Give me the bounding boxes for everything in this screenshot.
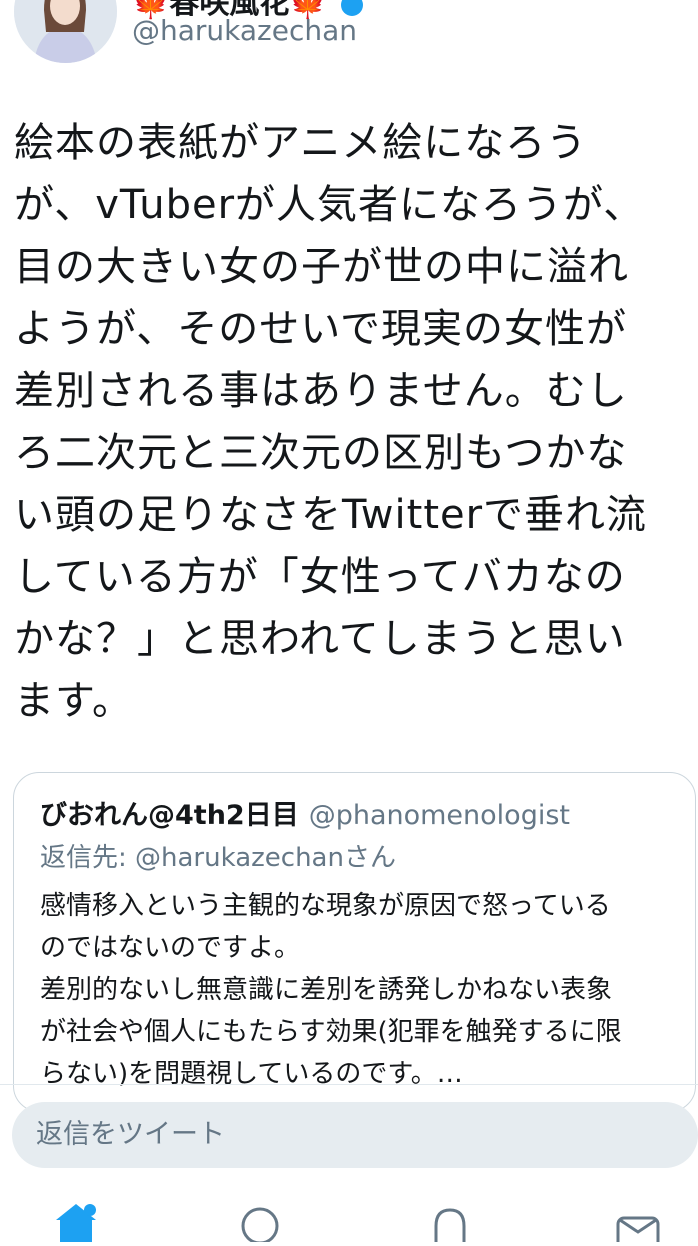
reply-input[interactable]: 返信をツイート [12,1102,698,1168]
avatar[interactable] [14,0,117,63]
search-icon [241,1207,279,1245]
quoted-tweet-card[interactable]: びおれん@4th2日目 @phanomenologist 返信先: @haruka… [13,772,696,1112]
quoted-tweet-header: びおれん@4th2日目 @phanomenologist [40,793,570,832]
quoted-author-handle: @phanomenologist [308,800,570,831]
reply-placeholder: 返信をツイート [36,1119,225,1150]
divider [0,1084,698,1085]
author-handle[interactable]: @harukazechan [132,14,357,47]
tab-search[interactable] [236,1196,284,1246]
tab-bar [0,1196,698,1246]
tab-notifications[interactable] [426,1196,474,1246]
tweet-text: 絵本の表紙がアニメ絵になろう が、vTuberが人気者になろうが、 目の大きい女… [14,120,648,724]
quoted-reply-to: 返信先: @harukazechanさん [40,843,396,873]
avatar-image [14,0,117,63]
home-icon [56,1204,96,1242]
quoted-author-name: びおれん@4th2日目 [40,800,299,831]
bell-icon [434,1208,466,1242]
tab-home[interactable] [52,1196,100,1246]
quoted-tweet-text: 感情移入という主観的な現象が原因で怒っている のではないのですよ。 差別的ないし… [40,891,622,1089]
tab-messages[interactable] [614,1196,662,1246]
new-content-dot [84,1204,96,1216]
mail-icon [616,1216,660,1246]
